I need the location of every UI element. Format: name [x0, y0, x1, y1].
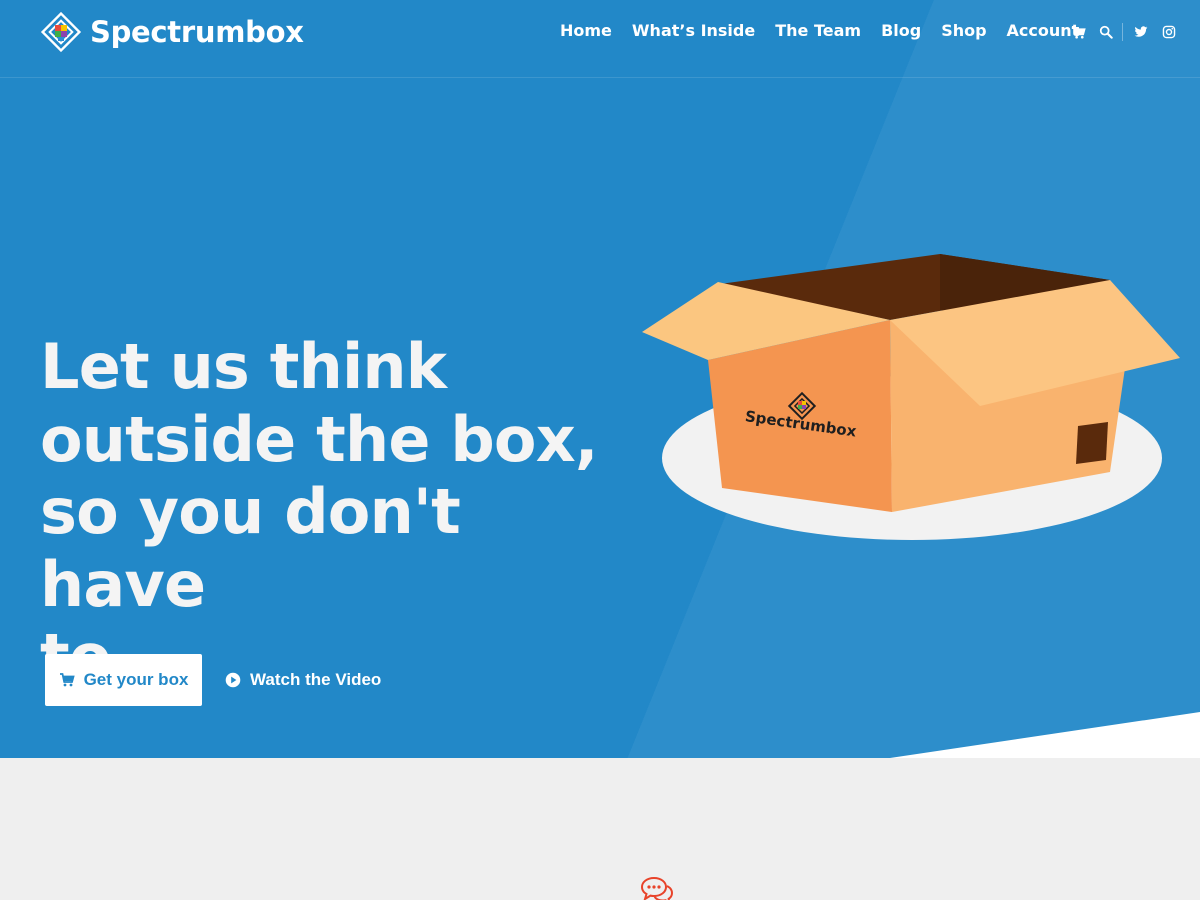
open-box-illustration: Spectrumbox — [642, 254, 1180, 540]
instagram-icon[interactable] — [1159, 22, 1179, 42]
cart-icon — [59, 673, 75, 687]
cart-icon[interactable] — [1068, 22, 1088, 42]
get-your-box-label: Get your box — [83, 670, 189, 689]
nav-item-shop[interactable]: Shop — [941, 21, 986, 40]
search-icon[interactable] — [1096, 22, 1116, 42]
watch-video-button[interactable]: Watch the Video — [225, 666, 381, 694]
nav-item-whats-inside[interactable]: What’s Inside — [632, 21, 755, 40]
watch-video-label: Watch the Video — [250, 670, 382, 689]
nav-item-the-team[interactable]: The Team — [775, 21, 861, 40]
get-your-box-button[interactable]: Get your box — [45, 654, 202, 706]
spectrumbox-logo-icon — [40, 11, 82, 53]
hero-headline: Let us think outside the box, so you don… — [40, 330, 600, 694]
site-header: Spectrumbox Home What’s Inside The Team … — [0, 0, 1200, 78]
header-icons — [1068, 22, 1179, 42]
nav-item-home[interactable]: Home — [560, 21, 612, 40]
chat-bubbles-icon — [640, 876, 674, 900]
main-nav: Home What’s Inside The Team Blog Shop Ac… — [560, 21, 1099, 40]
nav-item-blog[interactable]: Blog — [881, 21, 921, 40]
lower-section — [0, 758, 1200, 900]
twitter-icon[interactable] — [1131, 22, 1151, 42]
header-icon-divider — [1122, 23, 1123, 41]
play-circle-icon — [225, 672, 241, 688]
headline-line: outside the box, — [40, 402, 598, 476]
headline-line: Let us think — [40, 330, 447, 403]
brand-logo[interactable]: Spectrumbox — [40, 11, 304, 53]
brand-name: Spectrumbox — [90, 15, 304, 49]
headline-line: so you don't have — [40, 475, 461, 621]
